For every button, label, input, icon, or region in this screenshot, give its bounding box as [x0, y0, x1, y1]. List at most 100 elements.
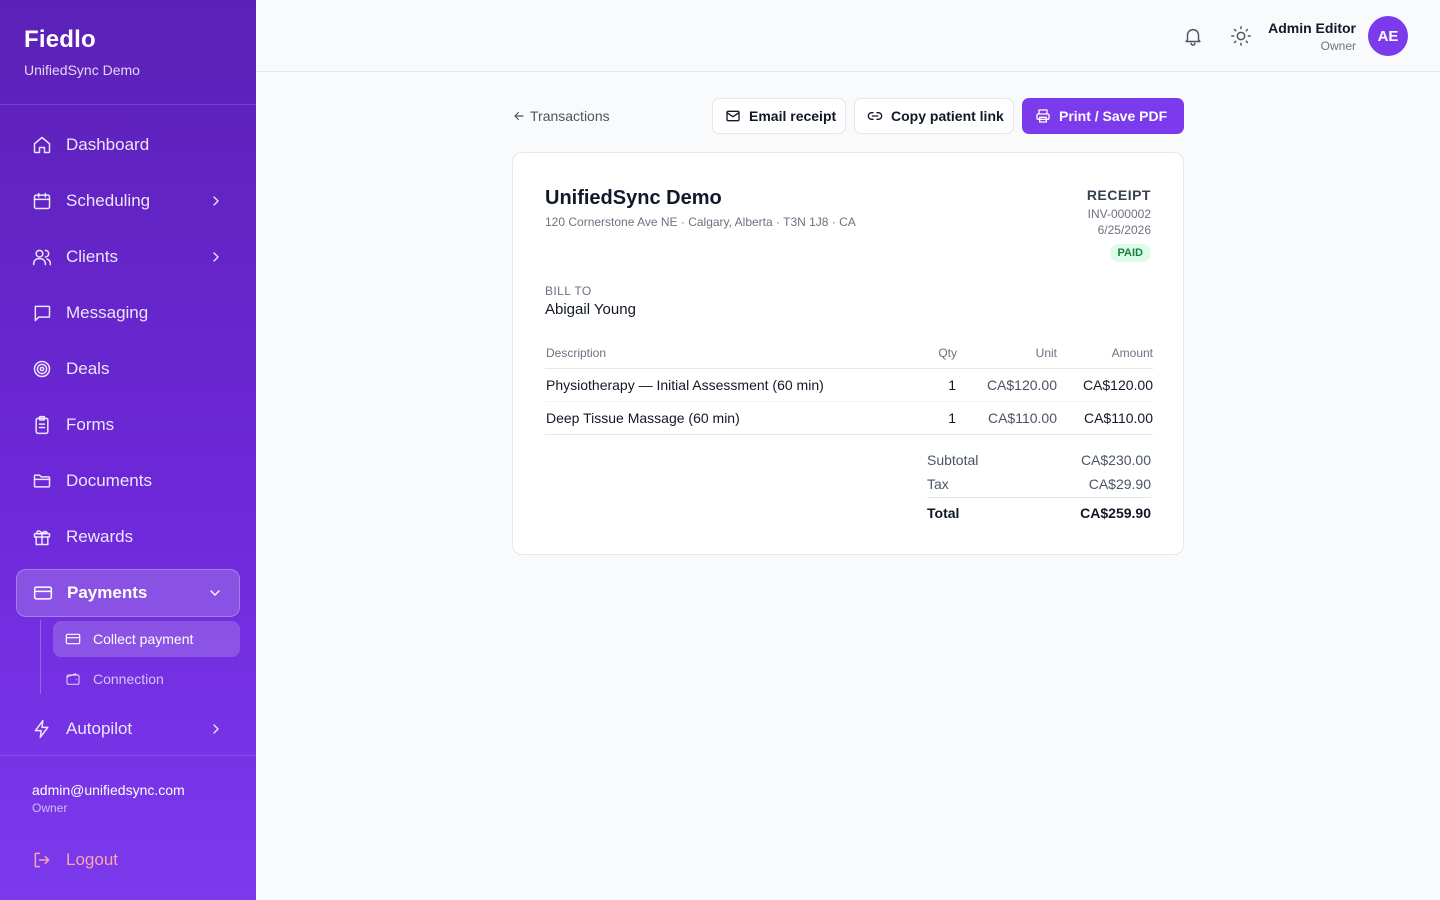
receipt-card: UnifiedSync Demo 120 Cornerstone Ave NE …: [512, 152, 1184, 555]
sidebar-divider: [0, 755, 256, 756]
sun-icon[interactable]: [1230, 25, 1252, 47]
sidebar-item-dashboard[interactable]: Dashboard: [16, 121, 240, 169]
sidebar-subitem-collect-payment[interactable]: Collect payment: [53, 621, 240, 657]
sidebar-item-label: Scheduling: [66, 191, 151, 210]
chevron-right-icon: [208, 721, 224, 737]
sidebar-item-messaging[interactable]: Messaging: [16, 289, 240, 337]
users-icon: [32, 247, 52, 267]
email-receipt-label: Email receipt: [749, 108, 837, 124]
line-item-description: Physiotherapy — Initial Assessment (60 m…: [546, 377, 824, 393]
sidebar-subitem-connection[interactable]: Connection: [53, 661, 240, 697]
arrow-left-icon: [512, 109, 526, 123]
sidebar: Fiedlo UnifiedSync Demo Dashboard Schedu…: [0, 0, 256, 900]
print-save-pdf-button[interactable]: Print / Save PDF: [1022, 98, 1184, 134]
logout-icon: [32, 850, 52, 870]
sidebar-subitem-label: Collect payment: [93, 631, 194, 647]
back-link-label: Transactions: [530, 108, 610, 124]
target-icon: [32, 359, 52, 379]
sidebar-item-clients[interactable]: Clients: [16, 233, 240, 281]
bill-to-name: Abigail Young: [545, 301, 636, 318]
sidebar-item-label: Clients: [66, 247, 118, 266]
printer-icon: [1035, 108, 1051, 124]
tax-row: Tax CA$29.90: [927, 476, 1151, 498]
sidebar-subitem-label: Connection: [93, 671, 164, 687]
email-receipt-button[interactable]: Email receipt: [712, 98, 846, 134]
business-address: 120 Cornerstone Ave NE · Calgary, Albert…: [545, 215, 856, 229]
sidebar-item-autopilot[interactable]: Autopilot: [16, 705, 240, 753]
table-row: Physiotherapy — Initial Assessment (60 m…: [545, 369, 1153, 402]
top-header: Admin Editor Owner AE: [256, 0, 1440, 72]
sidebar-item-label: Documents: [66, 471, 152, 490]
sidebar-user-role: Owner: [32, 801, 68, 815]
column-header-amount: Amount: [1111, 346, 1153, 360]
sidebar-item-label: Forms: [66, 415, 115, 434]
print-save-pdf-label: Print / Save PDF: [1059, 108, 1168, 124]
wallet-icon: [65, 671, 81, 687]
line-item-qty: 1: [948, 377, 956, 393]
message-icon: [32, 303, 52, 323]
sidebar-item-payments[interactable]: Payments: [16, 569, 240, 617]
sidebar-item-label: Rewards: [66, 527, 134, 546]
line-item-amount: CA$110.00: [1083, 410, 1153, 426]
brand: Fiedlo UnifiedSync Demo: [0, 0, 256, 105]
chevron-right-icon: [208, 193, 224, 209]
credit-card-icon: [33, 583, 53, 603]
line-item-qty: 1: [948, 410, 956, 426]
copy-patient-link-button[interactable]: Copy patient link: [854, 98, 1014, 134]
logout-button[interactable]: Logout: [16, 836, 240, 884]
subtotal-row: Subtotal CA$230.00: [927, 452, 1151, 472]
subtotal-value: CA$230.00: [1080, 452, 1151, 468]
line-item-unit: CA$110.00: [987, 410, 1057, 426]
header-user-role: Owner: [1320, 39, 1356, 53]
avatar[interactable]: AE: [1368, 16, 1408, 56]
business-name: UnifiedSync Demo: [545, 187, 722, 209]
invoice-date: 6/25/2026: [1097, 223, 1151, 237]
gift-icon: [32, 527, 52, 547]
tax-label: Tax: [927, 476, 949, 492]
column-header-qty: Qty: [938, 346, 957, 360]
brand-subtitle: UnifiedSync Demo: [24, 62, 140, 78]
chevron-right-icon: [208, 249, 224, 265]
folder-icon: [32, 471, 52, 491]
bill-to-label: BILL TO: [545, 284, 592, 298]
receipt-title: RECEIPT: [1086, 187, 1151, 203]
bell-icon[interactable]: [1182, 25, 1204, 47]
sidebar-item-deals[interactable]: Deals: [16, 345, 240, 393]
logout-label: Logout: [66, 850, 118, 869]
sidebar-item-label: Payments: [67, 583, 148, 602]
total-label: Total: [927, 505, 960, 521]
sidebar-item-label: Dashboard: [66, 135, 150, 154]
mail-icon: [725, 108, 741, 124]
table-row: Deep Tissue Massage (60 min) 1 CA$110.00…: [545, 402, 1153, 435]
sidebar-item-documents[interactable]: Documents: [16, 457, 240, 505]
back-to-transactions-link[interactable]: Transactions: [512, 106, 610, 126]
chevron-down-icon: [207, 585, 223, 601]
home-icon: [32, 135, 52, 155]
sidebar-item-scheduling[interactable]: Scheduling: [16, 177, 240, 225]
line-item-amount: CA$120.00: [1082, 377, 1153, 393]
credit-card-icon: [65, 631, 81, 647]
sidebar-item-forms[interactable]: Forms: [16, 401, 240, 449]
sidebar-item-label: Messaging: [66, 303, 149, 322]
submenu-guide-line: [40, 620, 41, 694]
brand-name: Fiedlo: [24, 26, 96, 53]
calendar-icon: [32, 191, 52, 211]
column-header-description: Description: [546, 346, 607, 360]
invoice-number: INV-000002: [1087, 207, 1151, 221]
total-value: CA$259.90: [1080, 505, 1151, 521]
sidebar-item-rewards[interactable]: Rewards: [16, 513, 240, 561]
sidebar-user-email: admin@unifiedsync.com: [32, 782, 185, 798]
link-icon: [867, 108, 883, 124]
total-row: Total CA$259.90: [927, 505, 1151, 525]
subtotal-label: Subtotal: [927, 452, 979, 468]
sidebar-item-label: Deals: [66, 359, 110, 378]
line-item-unit: CA$120.00: [986, 377, 1057, 393]
line-item-description: Deep Tissue Massage (60 min): [546, 410, 740, 426]
column-header-unit: Unit: [1035, 346, 1057, 360]
sidebar-item-label: Autopilot: [66, 719, 133, 738]
status-badge: PAID: [1109, 244, 1151, 262]
zap-icon: [32, 719, 52, 739]
header-user-name: Admin Editor: [1268, 20, 1356, 36]
table-header: Description Qty Unit Amount: [545, 343, 1153, 369]
tax-value: CA$29.90: [1088, 476, 1151, 492]
